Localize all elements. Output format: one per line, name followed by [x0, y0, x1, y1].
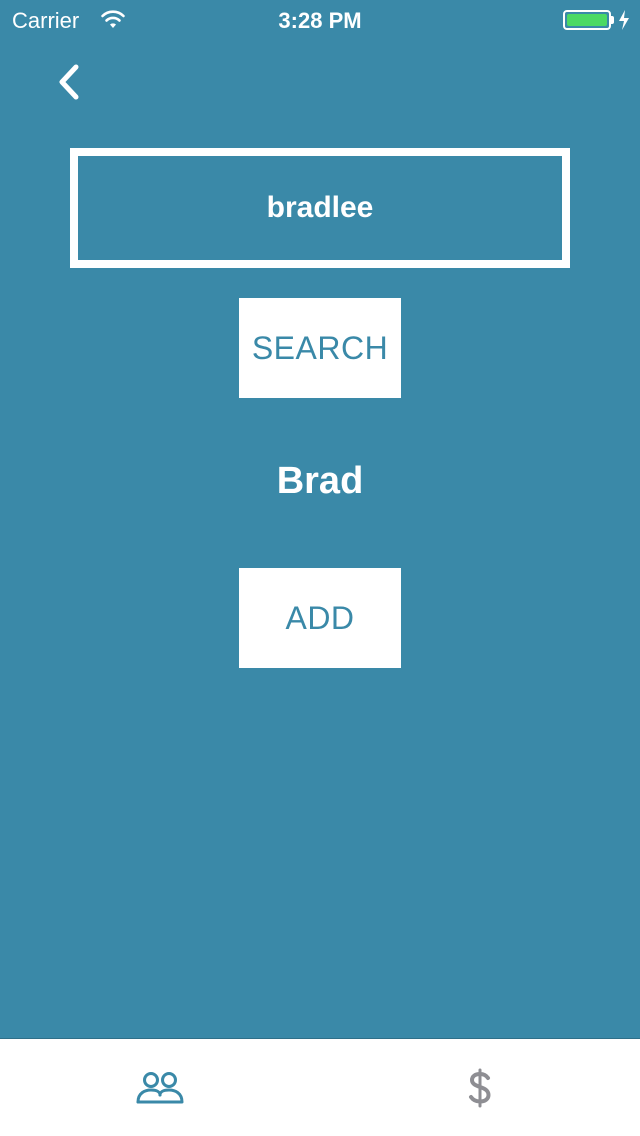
tab-money[interactable] — [320, 1039, 640, 1136]
friends-icon — [136, 1072, 184, 1104]
result-name: Brad — [276, 460, 364, 502]
status-time: 3:28 PM — [278, 8, 362, 33]
back-button[interactable] — [48, 60, 88, 104]
battery-icon — [563, 10, 611, 30]
battery-nub — [611, 16, 614, 24]
search-input[interactable] — [70, 148, 570, 268]
tab-bar — [0, 1038, 640, 1136]
battery-level — [567, 14, 607, 26]
chevron-left-icon — [59, 64, 79, 100]
tab-friends[interactable] — [0, 1039, 320, 1136]
add-button[interactable]: ADD — [239, 568, 401, 668]
dollar-icon — [469, 1068, 491, 1108]
charging-bolt-icon — [619, 10, 629, 30]
search-button[interactable]: SEARCH — [239, 298, 401, 398]
status-bar: Carrier 3:28 PM — [0, 0, 640, 40]
